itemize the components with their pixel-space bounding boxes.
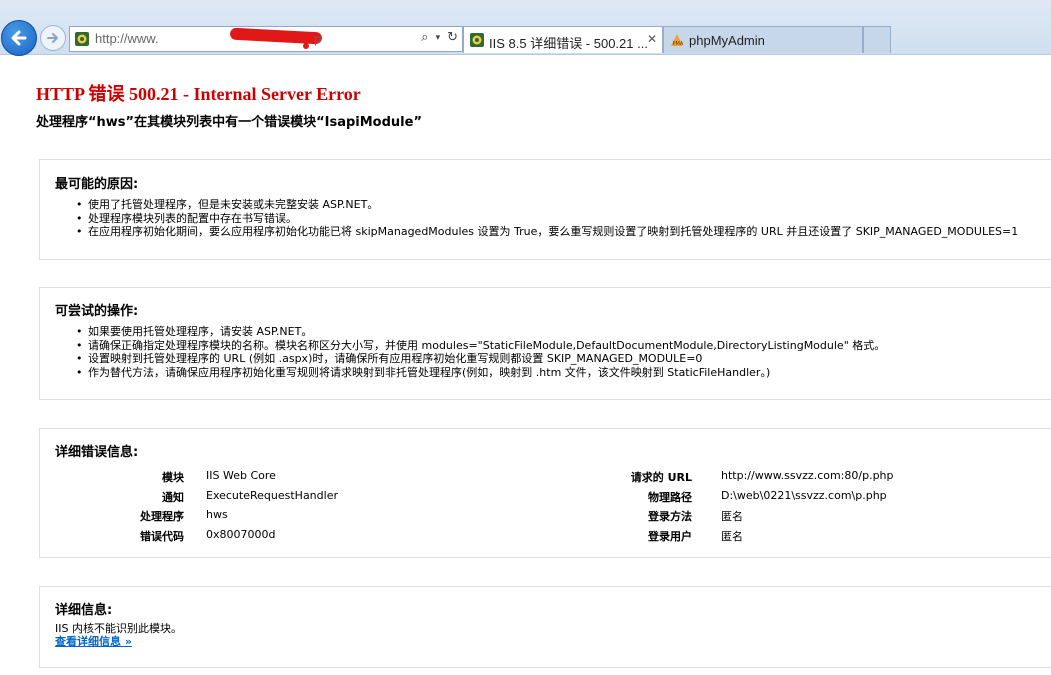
list-item: 设置映射到托管处理程序的 URL (例如 .aspx)时，请确保所有应用程序初始… (76, 352, 885, 366)
detail-value: hws (206, 508, 228, 521)
tab-label: IIS 8.5 详细错误 - 500.21 ... (489, 36, 648, 51)
dropdown-icon[interactable]: ▾ (436, 33, 441, 45)
error-info-heading: 详细错误信息: (55, 445, 139, 460)
redaction-dot (303, 43, 309, 49)
detail-value: 匿名 (721, 530, 743, 543)
list-item: 请确保正确指定处理程序模块的名称。模块名称区分大小写，并使用 modules="… (76, 339, 885, 353)
svg-text:PMA: PMA (673, 41, 684, 47)
tab-label: phpMyAdmin (689, 33, 765, 48)
tab-iis-error[interactable]: IIS 8.5 详细错误 - 500.21 ... ✕ (463, 26, 663, 53)
address-url: http://www. (95, 31, 159, 46)
list-item: 如果要使用托管处理程序，请安装 ASP.NET。 (76, 325, 885, 339)
detail-value: http://www.ssvzz.com:80/p.php (721, 469, 894, 482)
address-bar[interactable]: http://www. p ⌕ ▾ ↻ (69, 26, 463, 52)
iis-icon (470, 33, 484, 47)
causes-heading: 最可能的原因: (55, 177, 139, 192)
refresh-icon[interactable]: ↻ (447, 30, 458, 45)
detail-label: 登录方法 (648, 510, 692, 523)
actions-panel: 可尝试的操作: 如果要使用托管处理程序，请安装 ASP.NET。 请确保正确指定… (39, 287, 1051, 400)
phpmyadmin-icon: PMA (671, 34, 684, 47)
forward-button[interactable] (40, 25, 66, 51)
actions-heading: 可尝试的操作: (55, 304, 139, 319)
address-url-tail: p (314, 31, 322, 46)
detail-label: 请求的 URL (630, 471, 692, 484)
iis-icon (75, 32, 89, 46)
causes-panel: 最可能的原因: 使用了托管处理程序，但是未安装或未完整安装 ASP.NET。 处… (39, 159, 1051, 260)
detail-label: 登录用户 (648, 530, 692, 543)
detail-label: 物理路径 (648, 491, 692, 504)
page-subtitle: 处理程序“hws”在其模块列表中有一个错误模块“IsapiModule” (36, 115, 422, 130)
search-icon[interactable]: ⌕ (421, 30, 428, 45)
list-item: 使用了托管处理程序，但是未安装或未完整安装 ASP.NET。 (76, 198, 1018, 212)
detail-value: 匿名 (721, 510, 743, 523)
tab-phpmyadmin[interactable]: PMA phpMyAdmin (663, 26, 863, 53)
back-button[interactable] (1, 20, 37, 56)
detail-label: 处理程序 (140, 510, 184, 523)
list-item: 作为替代方法，请确保应用程序初始化重写规则将请求映射到非托管处理程序(例如，映射… (76, 366, 885, 380)
more-info-heading: 详细信息: (55, 603, 113, 618)
detail-label: 错误代码 (140, 530, 184, 543)
detail-value: D:\web\0221\ssvzz.com\p.php (721, 489, 887, 502)
browser-toolbar: http://www. p ⌕ ▾ ↻ IIS 8.5 详细错误 - 500.2… (0, 0, 1051, 56)
detail-value: 0x8007000d (206, 528, 276, 541)
close-tab-icon[interactable]: ✕ (647, 32, 657, 46)
list-item: 处理程序模块列表的配置中存在书写错误。 (76, 212, 1018, 226)
more-info-panel: 详细信息: IIS 内核不能识别此模块。 查看详细信息 » (39, 586, 1051, 668)
list-item: 在应用程序初始化期间，要么应用程序初始化功能已将 skipManagedModu… (76, 225, 1018, 239)
page-title: HTTP 错误 500.21 - Internal Server Error (36, 84, 361, 104)
back-arrow-icon (11, 30, 27, 46)
detail-value: ExecuteRequestHandler (206, 489, 338, 502)
new-tab-button[interactable] (863, 26, 891, 53)
detail-label: 通知 (162, 491, 184, 504)
view-details-link[interactable]: 查看详细信息 » (55, 633, 132, 649)
forward-arrow-icon (47, 33, 58, 43)
actions-list: 如果要使用托管处理程序，请安装 ASP.NET。 请确保正确指定处理程序模块的名… (76, 325, 885, 380)
redaction-mark (229, 27, 323, 45)
detail-label: 模块 (162, 471, 184, 484)
detail-value: IIS Web Core (206, 469, 276, 482)
causes-list: 使用了托管处理程序，但是未安装或未完整安装 ASP.NET。 处理程序模块列表的… (76, 198, 1018, 239)
error-info-panel: 详细错误信息: 模块 IIS Web Core 通知 ExecuteReques… (39, 428, 1051, 558)
